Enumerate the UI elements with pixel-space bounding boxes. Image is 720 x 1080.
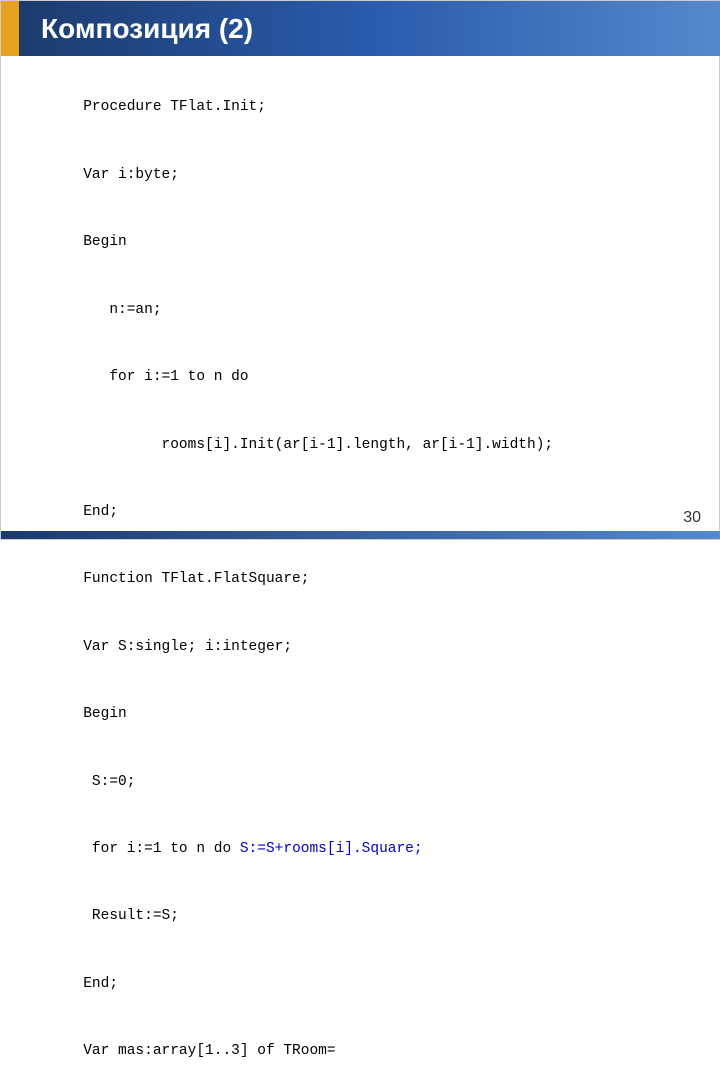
code-line-2: Var i:byte;: [83, 167, 179, 183]
code-line-6: rooms[i].Init(ar[i-1].length, ar[i-1].wi…: [83, 437, 553, 453]
code-line-15: Var mas:array[1..3] of TRoom=: [83, 1043, 335, 1059]
code-line-5: for i:=1 to n do: [83, 369, 248, 385]
code-block: Procedure TFlat.Init; Var i:byte; Begin …: [31, 74, 689, 1080]
code-line-12-pre: for i:=1 to n do: [83, 841, 240, 857]
code-line-7: End;: [83, 504, 118, 520]
bottom-bar: [1, 531, 720, 539]
code-line-9: Var S:single; i:integer;: [83, 639, 292, 655]
header-bar: Композиция (2): [1, 1, 720, 56]
title-accent: [1, 1, 19, 56]
code-line-13: Result:=S;: [83, 908, 179, 924]
code-line-4: n:=an;: [83, 302, 161, 318]
code-line-14: End;: [83, 976, 118, 992]
code-line-11: S:=0;: [83, 774, 135, 790]
slide: Композиция (2) Procedure TFlat.Init; Var…: [0, 0, 720, 540]
code-line-1: Procedure TFlat.Init;: [83, 99, 266, 115]
code-line-3: Begin: [83, 234, 127, 250]
page-number: 30: [683, 509, 701, 527]
code-line-10: Begin: [83, 706, 127, 722]
content-area: Procedure TFlat.Init; Var i:byte; Begin …: [1, 56, 719, 539]
slide-title: Композиция (2): [16, 13, 253, 45]
code-line-12-blue: S:=S+rooms[i].Square;: [240, 841, 423, 857]
code-line-8: Function TFlat.FlatSquare;: [83, 571, 309, 587]
